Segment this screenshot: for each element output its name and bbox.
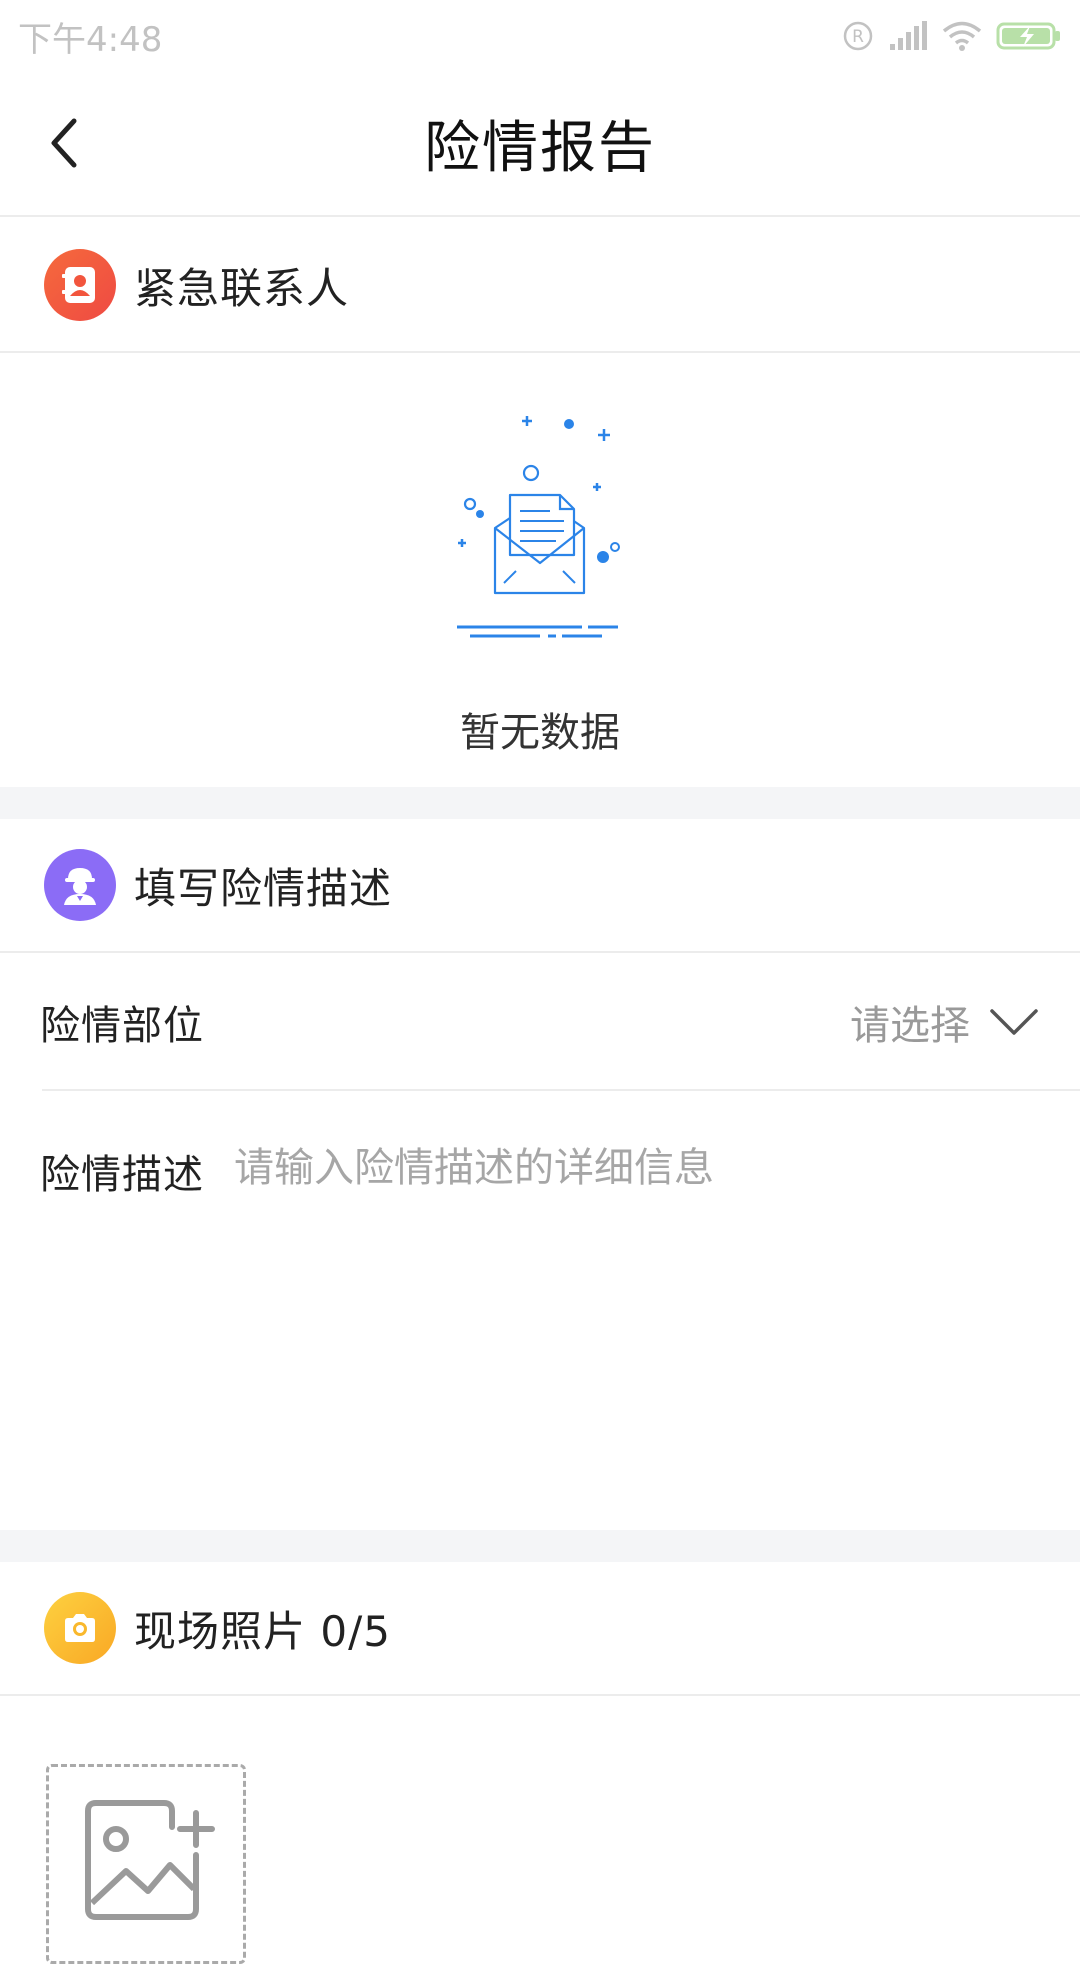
- description-row: 险情描述: [0, 1090, 1080, 1530]
- location-select[interactable]: 请选择: [850, 993, 1040, 1051]
- battery-charging-icon: [996, 20, 1062, 52]
- location-row[interactable]: 险情部位 请选择: [0, 954, 1080, 1090]
- status-time: 下午4:48: [18, 19, 163, 60]
- empty-text: 暂无数据: [460, 710, 620, 756]
- location-value: 请选择: [850, 1003, 970, 1049]
- envelope-document-icon: [457, 416, 620, 638]
- page-title: 险情报告: [424, 116, 656, 181]
- section-title: 紧急联系人: [134, 263, 350, 313]
- wifi-icon: [942, 20, 982, 52]
- worker-icon: [44, 849, 116, 921]
- description-header: 填写险情描述: [0, 819, 1080, 953]
- add-photo-button[interactable]: [46, 1764, 246, 1964]
- add-image-icon: [85, 1800, 215, 1920]
- status-icons: R: [842, 20, 1062, 52]
- nav-bar: 险情报告: [0, 72, 1080, 217]
- description-input[interactable]: [234, 1142, 1040, 1502]
- description-label: 险情描述: [40, 1152, 204, 1198]
- photo-grid: [0, 1696, 1080, 1964]
- section-title: 填写险情描述: [134, 863, 393, 913]
- section-gap: [0, 1530, 1080, 1562]
- photos-header: 现场照片 0/5: [0, 1562, 1080, 1696]
- registered-icon: R: [842, 20, 874, 52]
- contact-book-icon: [44, 249, 116, 321]
- svg-text:R: R: [852, 27, 864, 47]
- status-bar: 下午4:48 R: [0, 0, 1080, 72]
- back-button[interactable]: [34, 108, 94, 178]
- chevron-down-icon: [990, 1009, 1038, 1035]
- chevron-left-icon: [51, 118, 77, 168]
- signal-icon: [888, 20, 928, 52]
- section-gap: [0, 787, 1080, 819]
- camera-icon: [44, 1592, 116, 1664]
- location-label: 险情部位: [40, 1003, 204, 1049]
- emergency-contacts-header: 紧急联系人: [0, 219, 1080, 353]
- section-title: 现场照片 0/5: [134, 1606, 391, 1656]
